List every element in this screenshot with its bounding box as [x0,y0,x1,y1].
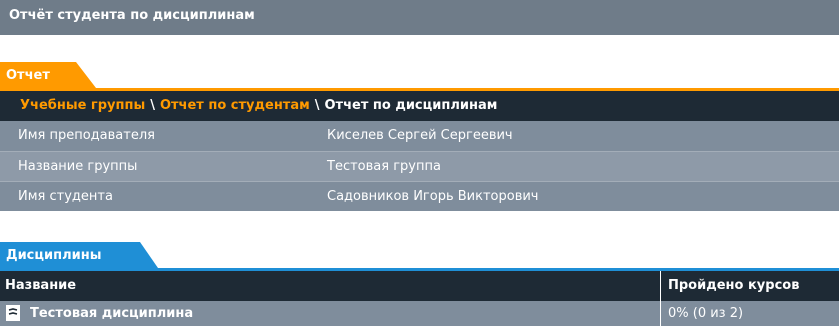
column-divider [660,301,661,326]
info-value-group: Тестовая группа [327,159,441,174]
breadcrumb: Учебные группы \ Отчет по студентам \ Отчет … [0,91,839,121]
column-header-name[interactable]: Название [5,271,76,301]
discipline-progress: 0% (0 из 2) [668,306,744,321]
tab-report-label: Отчет [6,68,50,83]
breadcrumb-separator: \ [314,98,320,113]
tab-report[interactable]: Отчет [0,62,96,88]
column-divider [660,271,661,301]
info-row-group: Название группы Тестовая группа [0,151,839,181]
info-label-student: Имя студента [18,189,113,204]
info-value-teacher: Киселев Сергей Сергеевич [327,128,513,143]
column-header-progress[interactable]: Пройдено курсов [668,271,799,301]
info-row-student: Имя студента Садовников Игорь Викторович [0,181,839,211]
discipline-name-link[interactable]: Тестовая дисциплина [30,301,193,326]
info-label-group: Название группы [18,159,138,174]
page-header: Отчёт студента по дисциплинам [0,0,839,35]
info-value-student: Садовников Игорь Викторович [327,189,539,204]
info-label-teacher: Имя преподавателя [18,128,155,143]
table-row[interactable]: Тестовая дисциплина 0% (0 из 2) [0,301,839,326]
disciplines-table-header: Название Пройдено курсов [0,271,839,301]
tab-disciplines-label: Дисциплины [6,248,102,263]
breadcrumb-study-groups[interactable]: Учебные группы [20,98,145,113]
breadcrumb-separator: \ [150,98,155,113]
breadcrumb-students-report[interactable]: Отчет по студентам [160,98,310,113]
info-row-teacher: Имя преподавателя Киселев Сергей Сергеев… [0,121,839,151]
tab-disciplines[interactable]: Дисциплины [0,242,158,268]
breadcrumb-disciplines-report: Отчет по дисциплинам [324,98,498,113]
document-icon [6,305,20,321]
page-title: Отчёт студента по дисциплинам [9,8,255,23]
